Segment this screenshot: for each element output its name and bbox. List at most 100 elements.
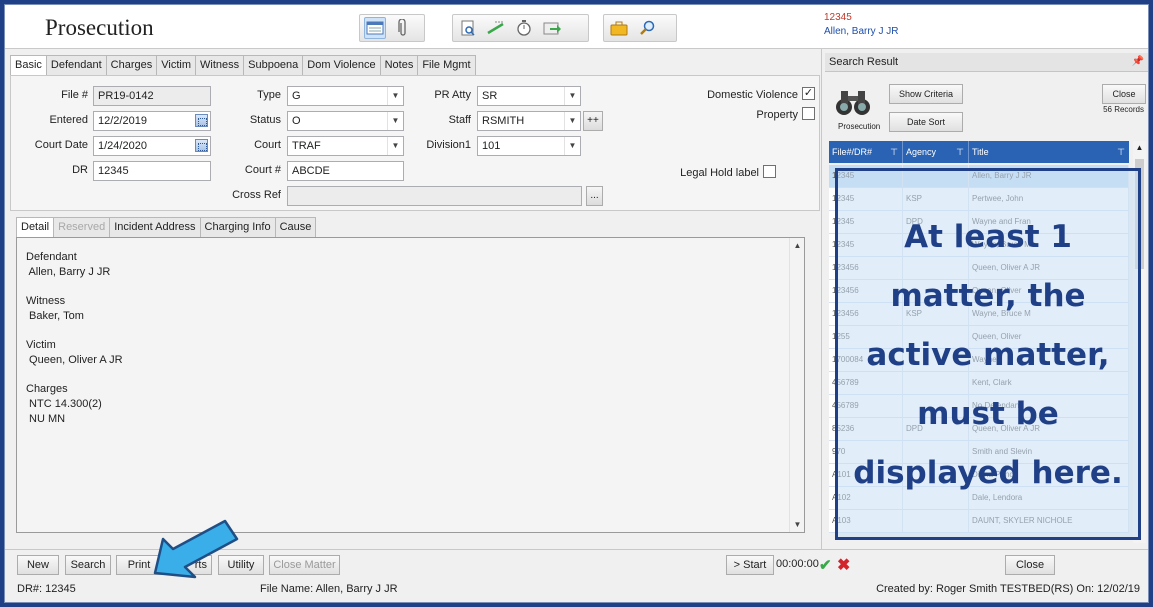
section-line: Queen, Oliver A JR (26, 354, 123, 366)
column-title[interactable]: Title ⊤ (969, 141, 1129, 163)
search-button[interactable]: Search (65, 555, 111, 575)
header-record-name: Allen, Barry J JR (824, 26, 899, 37)
scroll-up-icon[interactable]: ▲ (1133, 141, 1146, 155)
annotation-line: matter, the (890, 278, 1086, 314)
filter-icon[interactable]: ⊤ (890, 141, 898, 163)
court-date-label: Court Date (34, 139, 88, 151)
section-heading: Defendant (26, 251, 77, 263)
court-number-field[interactable]: ABCDE (287, 161, 404, 181)
filter-icon[interactable]: ⊤ (1117, 141, 1125, 163)
dr-field[interactable]: 12345 (93, 161, 211, 181)
filter-icon[interactable]: ⊤ (956, 141, 964, 163)
search-close-button[interactable]: Close (1102, 84, 1146, 104)
chevron-down-icon[interactable]: ▼ (564, 137, 580, 155)
type-dropdown[interactable]: G ▼ (287, 86, 404, 106)
status-dr: DR#: 12345 (17, 583, 76, 595)
staff-label: Staff (448, 114, 471, 126)
section-line: Baker, Tom (26, 310, 84, 322)
chevron-down-icon[interactable]: ▼ (564, 112, 580, 130)
division-label: Division1 (426, 139, 471, 151)
basic-form-panel: File # PR19-0142 Entered 12/2/2019 Court… (10, 75, 820, 211)
panel-splitter[interactable] (821, 49, 822, 549)
form-view-icon[interactable] (364, 17, 386, 39)
column-file-dr[interactable]: File#/DR# ⊤ (829, 141, 903, 163)
tab-victim[interactable]: Victim (156, 55, 196, 75)
cross-ref-field[interactable] (287, 186, 582, 206)
stopwatch-icon[interactable] (513, 17, 535, 39)
column-label: Title (972, 147, 989, 157)
calendar-icon[interactable] (195, 114, 208, 127)
add-staff-button[interactable]: ++ (583, 111, 603, 131)
domestic-violence-checkbox[interactable]: ✓ (802, 87, 815, 100)
print-preview-icon[interactable] (457, 17, 479, 39)
pr-atty-dropdown[interactable]: SR ▼ (477, 86, 581, 106)
results-grid-header: File#/DR# ⊤ Agency ⊤ Title ⊤ (829, 141, 1129, 163)
action-toolbar (452, 14, 589, 42)
tab-file-mgmt[interactable]: File Mgmt (417, 55, 476, 75)
column-agency[interactable]: Agency ⊤ (903, 141, 969, 163)
file-number-label: File # (61, 89, 88, 101)
status-label: Status (249, 114, 281, 126)
annotation-line: active matter, (866, 337, 1110, 373)
section-line: NU MN (26, 413, 66, 425)
tab-basic[interactable]: Basic (10, 55, 47, 76)
detail-section-charges: Charges NTC 14.300(2) NU MN (26, 382, 776, 427)
cross-ref-lookup-button[interactable]: ... (586, 186, 603, 206)
tab-detail[interactable]: Detail (16, 217, 55, 238)
tab-defendant[interactable]: Defendant (45, 55, 107, 75)
calendar-icon[interactable] (195, 139, 208, 152)
section-heading: Charges (26, 383, 68, 395)
court-date-field[interactable]: 1/24/2020 (93, 136, 211, 156)
close-x-icon[interactable]: ✖ (837, 555, 850, 575)
scroll-up-icon[interactable]: ▲ (790, 238, 805, 253)
show-criteria-button[interactable]: Show Criteria (889, 84, 963, 104)
tab-reserved: Reserved (53, 217, 111, 237)
detail-section-witness: Witness Baker, Tom (26, 294, 776, 324)
pr-atty-label: PR Atty (434, 89, 471, 101)
highlight-icon[interactable] (485, 17, 507, 39)
date-sort-button[interactable]: Date Sort (889, 112, 963, 132)
detail-tab-strip: Detail Reserved Incident Address Chargin… (16, 217, 317, 238)
tab-dom-violence[interactable]: Dom Violence (302, 55, 381, 75)
pin-icon[interactable]: 📌 (1132, 53, 1144, 71)
entered-date-field[interactable]: 12/2/2019 (93, 111, 211, 131)
domestic-violence-label: Domestic Violence (707, 89, 798, 101)
detail-scrollbar[interactable]: ▲ ▼ (789, 238, 804, 532)
file-number-field[interactable]: PR19-0142 (93, 86, 211, 106)
search-icon[interactable] (636, 17, 658, 39)
court-number-label: Court # (244, 164, 281, 176)
chevron-down-icon[interactable]: ▼ (564, 87, 580, 105)
tab-witness[interactable]: Witness (195, 55, 245, 75)
property-checkbox[interactable] (802, 107, 815, 120)
annotation-line: At least 1 (904, 219, 1072, 255)
division-dropdown[interactable]: 101 ▼ (477, 136, 581, 156)
briefcase-icon[interactable] (608, 17, 630, 39)
dr-label: DR (72, 164, 88, 176)
paperclip-icon[interactable] (392, 17, 414, 39)
tab-charging-info[interactable]: Charging Info (199, 217, 276, 237)
check-icon[interactable]: ✔ (819, 556, 832, 574)
cross-ref-label: Cross Ref (232, 189, 281, 201)
court-dropdown[interactable]: TRAF ▼ (287, 136, 404, 156)
tab-charges[interactable]: Charges (105, 55, 158, 75)
search-module-caption: Prosecution (838, 122, 881, 131)
chevron-down-icon[interactable]: ▼ (387, 112, 403, 130)
new-button[interactable]: New (17, 555, 59, 575)
tab-notes[interactable]: Notes (379, 55, 419, 75)
tab-subpoena[interactable]: Subpoena (243, 55, 304, 75)
chevron-down-icon[interactable]: ▼ (387, 87, 403, 105)
start-timer-button[interactable]: > Start (726, 555, 774, 575)
tab-cause[interactable]: Cause (274, 217, 317, 237)
scroll-down-icon[interactable]: ▼ (790, 517, 805, 532)
section-line: NTC 14.300(2) (26, 398, 102, 410)
staff-dropdown[interactable]: RSMITH ▼ (477, 111, 581, 131)
legal-hold-checkbox[interactable] (763, 165, 776, 178)
export-icon[interactable] (541, 17, 563, 39)
entered-date-value: 12/2/2019 (98, 115, 147, 127)
detail-text-area[interactable]: Defendant Allen, Barry J JR Witness Bake… (26, 250, 776, 441)
chevron-down-icon[interactable]: ▼ (387, 137, 403, 155)
court-value: TRAF (292, 140, 321, 152)
close-button[interactable]: Close (1005, 555, 1055, 575)
tab-incident-address[interactable]: Incident Address (109, 217, 201, 237)
status-dropdown[interactable]: O ▼ (287, 111, 404, 131)
